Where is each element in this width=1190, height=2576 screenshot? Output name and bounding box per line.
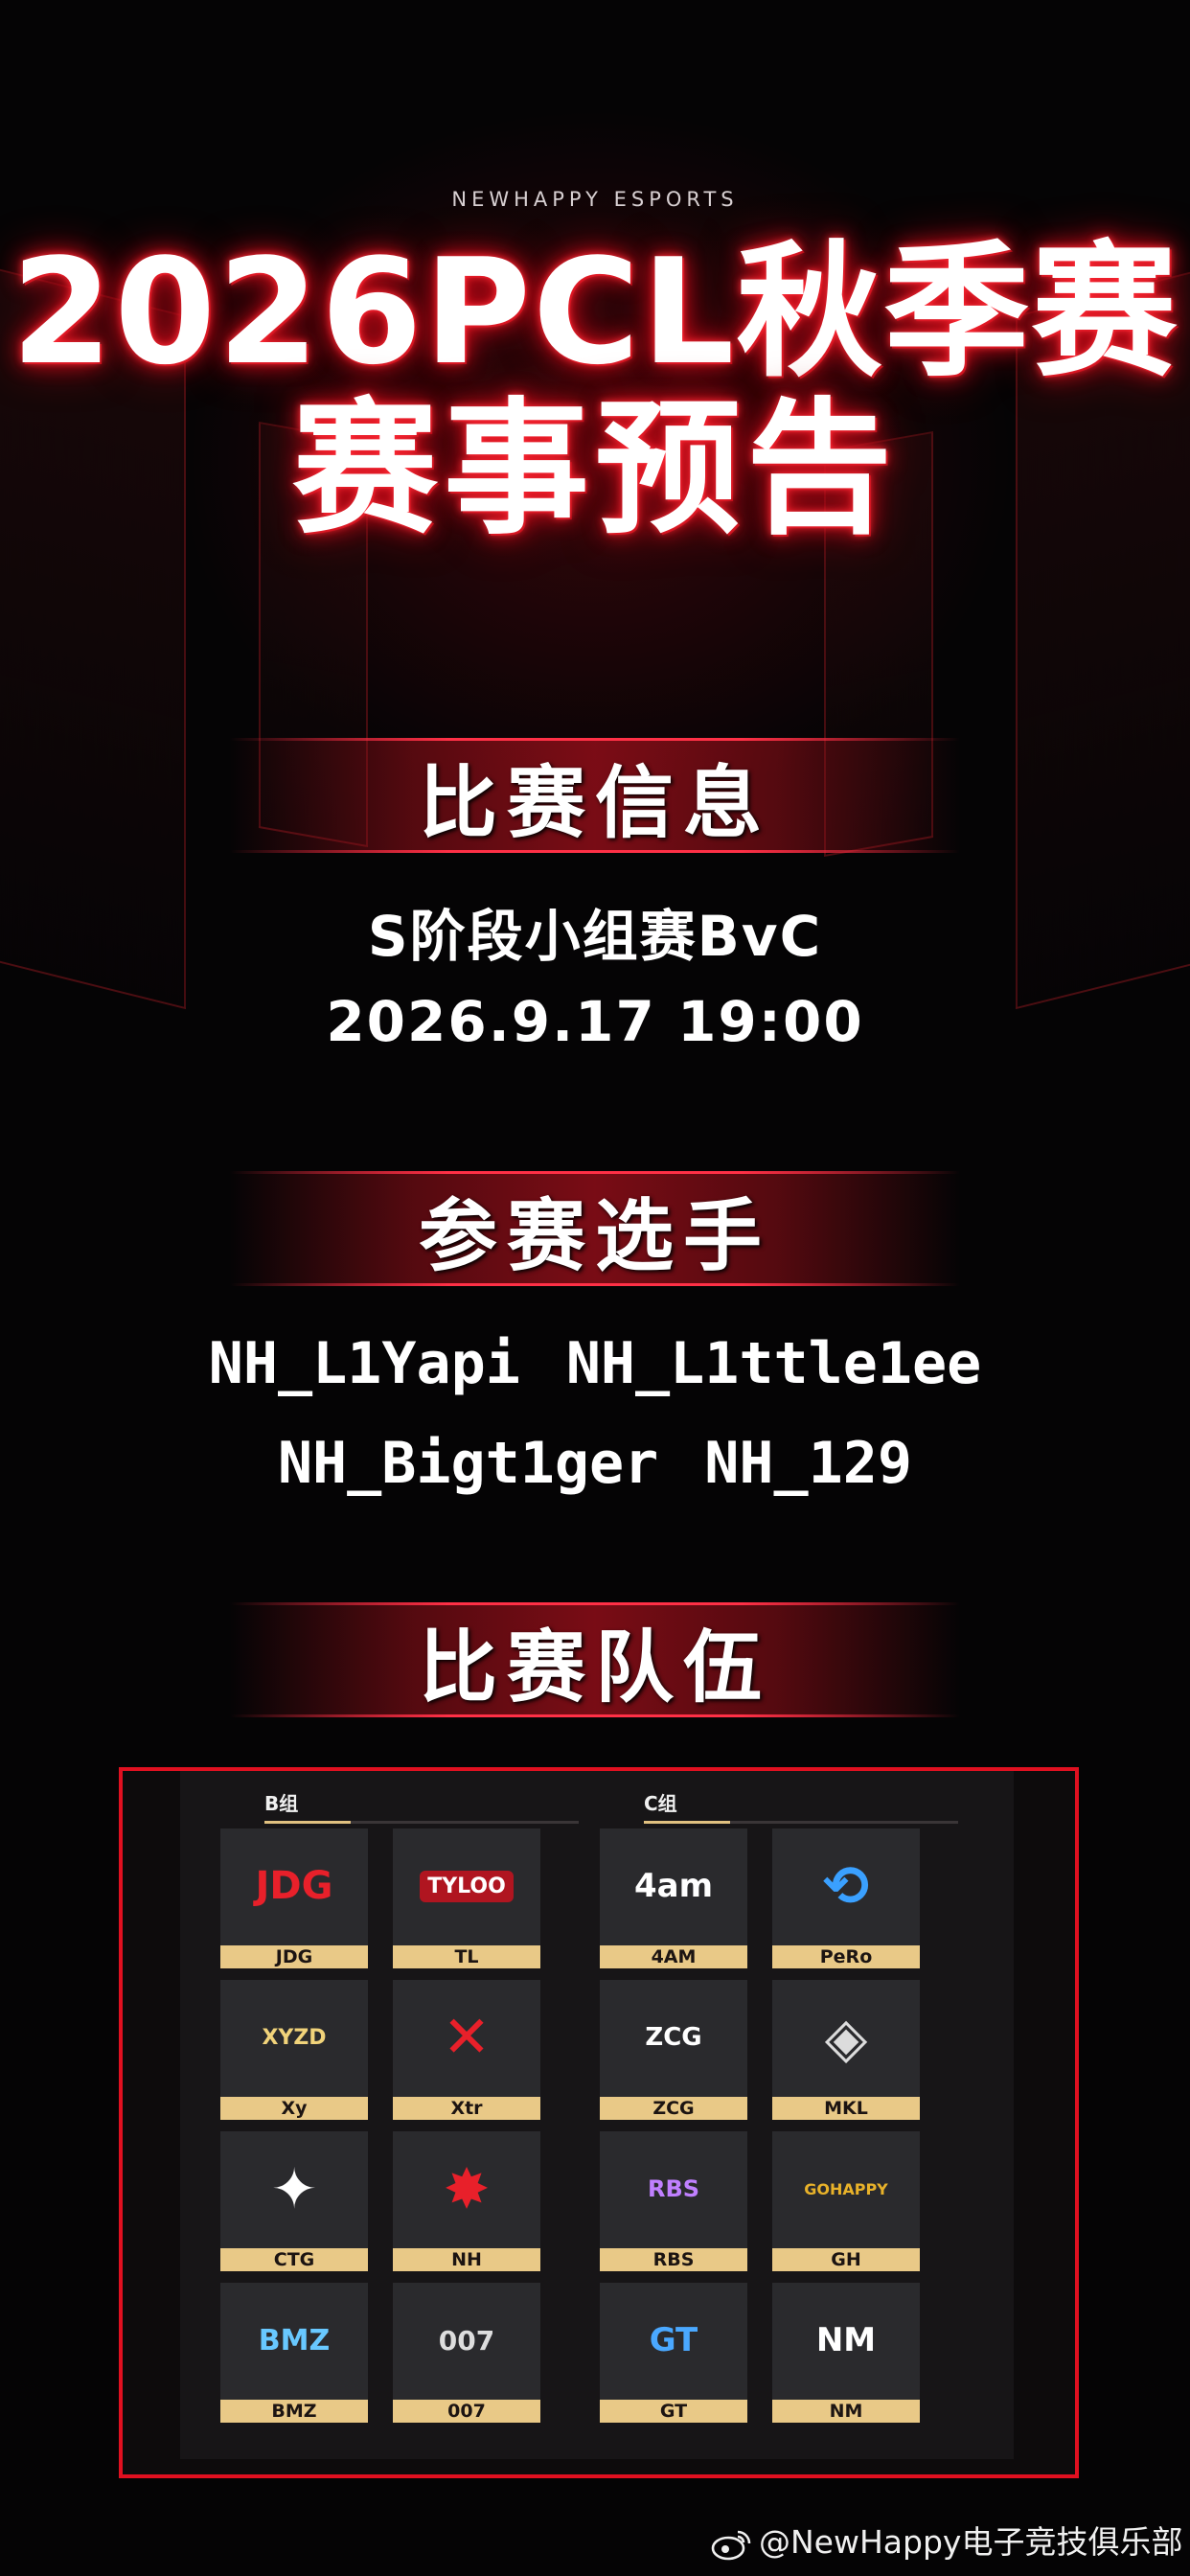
007-dragon-logo: 007 [438, 2324, 495, 2357]
team-name: Xy [220, 2097, 368, 2120]
match-stage: S阶段小组赛BvC [367, 904, 823, 969]
team-name: NH [393, 2248, 540, 2271]
teams-board: B组 C组 JDG JDG TYLOO TL XYZD Xy ✕ Xtr ✦ CTG ✸ NH BMZ B… [119, 1767, 1079, 2478]
team-name: BMZ [220, 2400, 368, 2423]
team-card: ✦ CTG [220, 2131, 368, 2271]
team-name: NM [772, 2400, 920, 2423]
team-card: GOHAPPY GH [772, 2131, 920, 2271]
section-heading: 参赛选手 [418, 1190, 771, 1282]
brand-label: NEWHAPPY ESPORTS [451, 188, 739, 211]
watermark-text: @NewHappy电子竞技俱乐部 [759, 2523, 1183, 2561]
team-card: ◈ MKL [772, 1980, 920, 2120]
title-line-1: 2026PCL秋季赛 [11, 227, 1179, 397]
newhappy-logo: ✸ [443, 2156, 491, 2221]
team-name: RBS [600, 2248, 747, 2271]
bmz-logo: BMZ [258, 2323, 331, 2358]
xyzd-logo: XYZD [262, 2025, 327, 2050]
player-name: NH_129 [704, 1430, 913, 1497]
section-header-match-info: 比赛信息 [230, 738, 960, 853]
team-card: NM NM [772, 2283, 920, 2423]
match-datetime: 2026.9.17 19:00 [326, 989, 864, 1054]
team-name: 007 [393, 2400, 540, 2423]
section-heading: 比赛队伍 [418, 1622, 771, 1714]
group-c-label: C组 [644, 1788, 958, 1824]
team-name: Xtr [393, 2097, 540, 2120]
team-card: 007 007 [393, 2283, 540, 2423]
weibo-icon [711, 2530, 751, 2560]
team-card: ✸ NH [393, 2131, 540, 2271]
team-name: CTG [220, 2248, 368, 2271]
team-card: ⟲ PeRo [772, 1828, 920, 1968]
nm-logo: NM [815, 2321, 877, 2359]
rbs-logo: RBS [647, 2175, 700, 2202]
team-card: GT GT [600, 2283, 747, 2423]
mkl-logo: ◈ [824, 2005, 868, 2070]
section-heading: 比赛信息 [418, 757, 771, 849]
team-card: ✕ Xtr [393, 1980, 540, 2120]
team-card: XYZD Xy [220, 1980, 368, 2120]
player-name: NH_L1Yapi [208, 1330, 520, 1397]
team-name: GH [772, 2248, 920, 2271]
team-card: RBS RBS [600, 2131, 747, 2271]
section-header-teams: 比赛队伍 [230, 1602, 960, 1717]
tyloo-logo: TYLOO [393, 1828, 540, 1944]
team-name: TL [393, 1945, 540, 1968]
title-line-2: 赛事预告 [292, 384, 898, 554]
team-card: JDG JDG [220, 1828, 368, 1968]
team-name: PeRo [772, 1945, 920, 1968]
player-name: NH_Bigt1ger [277, 1430, 659, 1497]
team-name: MKL [772, 2097, 920, 2120]
team-card: BMZ BMZ [220, 2283, 368, 2423]
jdg-logo: JDG [255, 1864, 333, 1908]
team-card: TYLOO TL [393, 1828, 540, 1968]
player-row: NH_L1Yapi NH_L1ttle1ee [0, 1330, 1190, 1397]
group-label: B组 [264, 1792, 299, 1815]
team-card: 4am 4AM [600, 1828, 747, 1968]
4am-logo: 4am [633, 1867, 714, 1905]
ctg-logo: ✦ [270, 2156, 318, 2221]
teams-board-inner: B组 C组 JDG JDG TYLOO TL XYZD Xy ✕ Xtr ✦ CTG ✸ NH BMZ B… [180, 1771, 1014, 2459]
player-name: NH_L1ttle1ee [565, 1330, 982, 1397]
group-b-label: B组 [264, 1788, 579, 1824]
team-name: ZCG [600, 2097, 747, 2120]
team-card: ZCG ZCG [600, 1980, 747, 2120]
team-name: GT [600, 2400, 747, 2423]
weibo-watermark: @NewHappy电子竞技俱乐部 [711, 2517, 1182, 2563]
team-name: JDG [220, 1945, 368, 1968]
zcg-logo: ZCG [645, 2023, 702, 2052]
group-label: C组 [644, 1792, 677, 1815]
gh-logo: GOHAPPY [804, 2179, 888, 2198]
gt-logo: GT [649, 2321, 698, 2359]
pero-logo: ⟲ [822, 1853, 870, 1919]
xtr-logo: ✕ [442, 2004, 492, 2071]
team-name: 4AM [600, 1945, 747, 1968]
section-header-players: 参赛选手 [230, 1171, 960, 1286]
player-row: NH_Bigt1ger NH_129 [0, 1430, 1190, 1497]
